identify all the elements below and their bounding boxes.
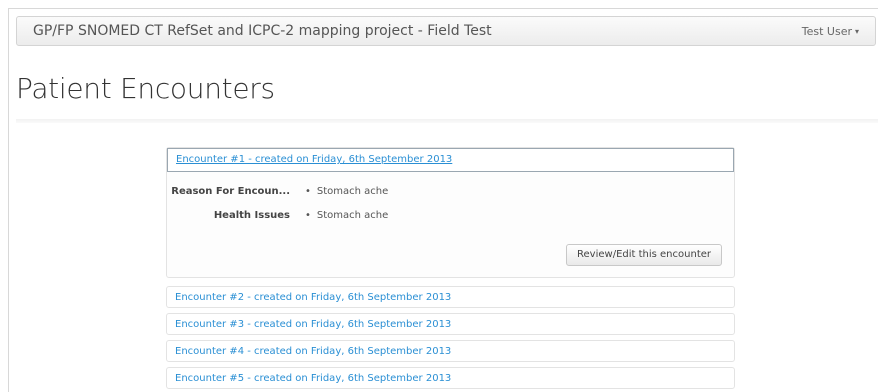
bullet-icon: •	[305, 210, 311, 221]
reason-value-text: Stomach ache	[316, 186, 389, 197]
encounter-panel-4[interactable]: Encounter #4 - created on Friday, 6th Se…	[166, 340, 735, 362]
page-title: Patient Encounters	[16, 72, 275, 105]
health-issues-label: Health Issues	[213, 210, 290, 221]
encounter-panel-5[interactable]: Encounter #5 - created on Friday, 6th Se…	[166, 367, 735, 389]
caret-down-icon: ▾	[854, 27, 859, 36]
title-divider	[16, 119, 878, 123]
health-issues-value: • Stomach ache	[305, 210, 388, 221]
encounter-link-2[interactable]: Encounter #2 - created on Friday, 6th Se…	[175, 292, 451, 303]
reason-for-encounter-label: Reason For Encoun...	[171, 186, 290, 197]
app-brand[interactable]: GP/FP SNOMED CT RefSet and ICPC-2 mappin…	[33, 23, 492, 39]
encounter-panel-1: Encounter #1 - created on Friday, 6th Se…	[166, 147, 735, 278]
bullet-icon: •	[305, 186, 311, 197]
encounter-link-4[interactable]: Encounter #4 - created on Friday, 6th Se…	[175, 346, 451, 357]
user-name: Test User	[801, 25, 852, 38]
review-edit-encounter-button[interactable]: Review/Edit this encounter	[566, 244, 722, 266]
encounter-link-1[interactable]: Encounter #1 - created on Friday, 6th Se…	[176, 154, 452, 165]
encounter-panel-body: Reason For Encoun... • Stomach ache Healt…	[167, 172, 734, 277]
encounter-link-3[interactable]: Encounter #3 - created on Friday, 6th Se…	[175, 319, 451, 330]
encounter-link-5[interactable]: Encounter #5 - created on Friday, 6th Se…	[175, 373, 451, 384]
reason-for-encounter-value: • Stomach ache	[305, 186, 388, 197]
encounter-panel-header[interactable]: Encounter #1 - created on Friday, 6th Se…	[167, 148, 734, 172]
encounter-panel-2[interactable]: Encounter #2 - created on Friday, 6th Se…	[166, 286, 735, 308]
encounter-panel-3[interactable]: Encounter #3 - created on Friday, 6th Se…	[166, 313, 735, 335]
user-menu[interactable]: Test User ▾	[802, 25, 859, 38]
top-navbar: GP/FP SNOMED CT RefSet and ICPC-2 mappin…	[16, 16, 876, 46]
health-issue-value-text: Stomach ache	[316, 210, 389, 221]
